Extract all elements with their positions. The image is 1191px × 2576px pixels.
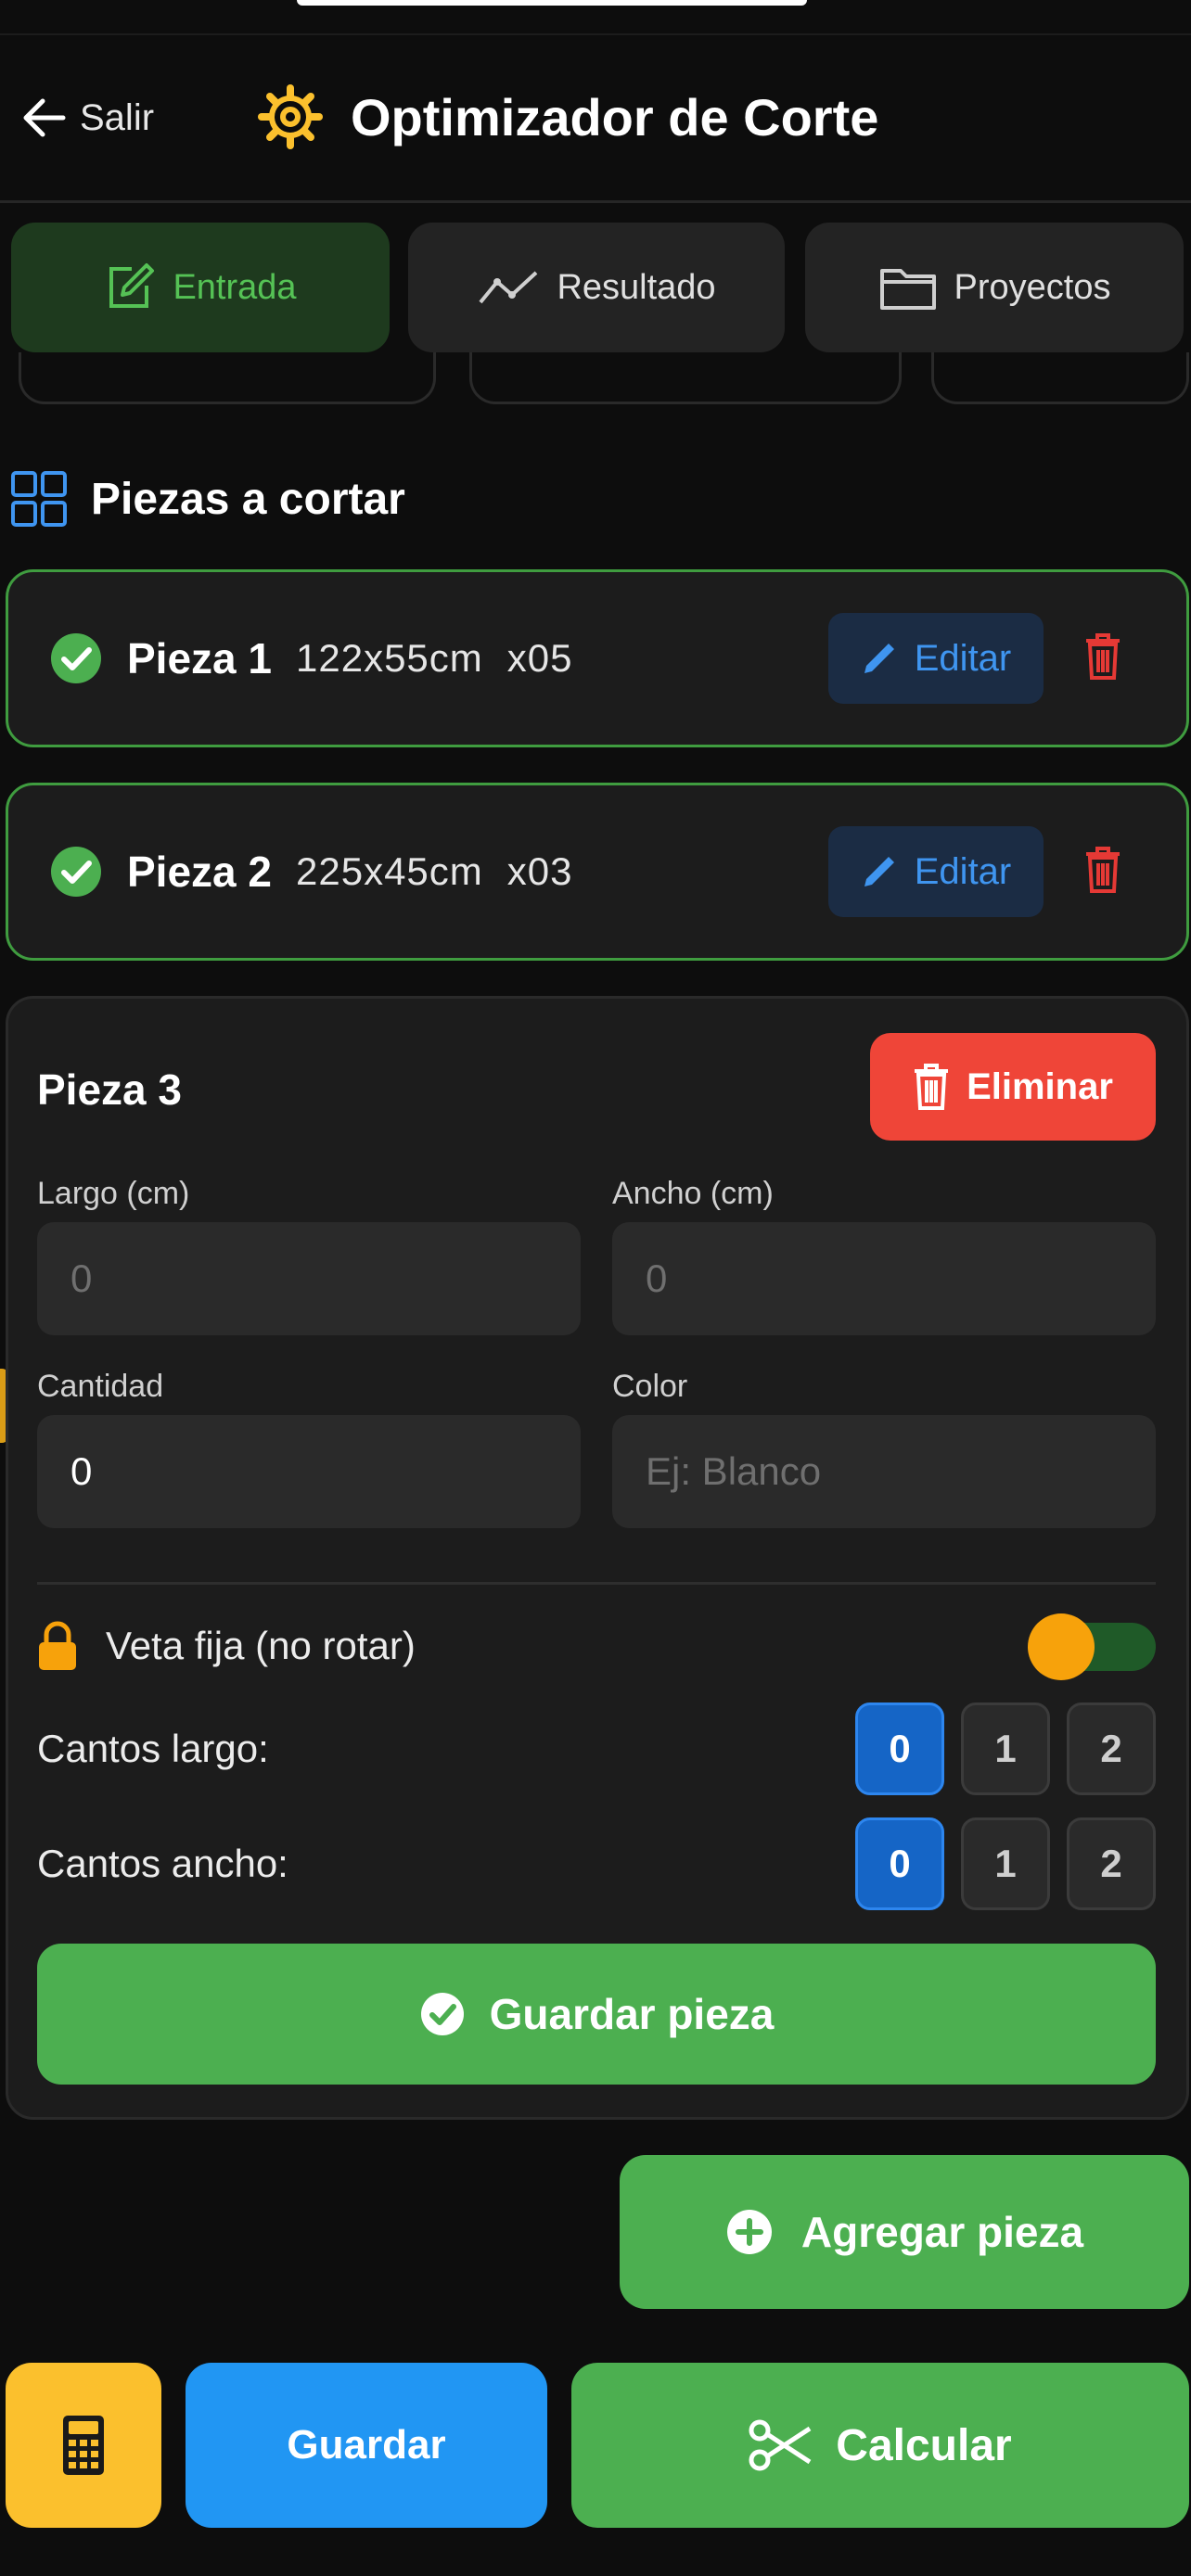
check-circle-icon — [49, 845, 103, 899]
veta-toggle-knob[interactable] — [1028, 1613, 1095, 1680]
cantos-largo-label: Cantos largo: — [37, 1727, 269, 1770]
cantos-largo-option-0[interactable]: 0 — [855, 1702, 944, 1795]
gear-icon — [258, 84, 323, 149]
veta-row: Veta fija (no rotar) — [37, 1613, 416, 1678]
delete-piece-button[interactable]: Eliminar — [870, 1033, 1156, 1141]
piece-card: Pieza 1 122x55cm x05 Editar — [6, 569, 1189, 747]
save-piece-button[interactable]: Guardar pieza — [37, 1944, 1156, 2085]
plus-circle-icon — [725, 2208, 774, 2256]
guardar-button[interactable]: Guardar — [186, 2363, 547, 2528]
veta-label: Veta fija (no rotar) — [106, 1624, 416, 1667]
check-circle-icon — [419, 1991, 466, 2037]
piece-name: Pieza 2 — [127, 848, 272, 896]
piece-name: Pieza 1 — [127, 634, 272, 682]
cantos-ancho-option-2[interactable]: 2 — [1067, 1817, 1156, 1910]
cantos-largo-option-2[interactable]: 2 — [1067, 1702, 1156, 1795]
save-piece-label: Guardar pieza — [489, 1990, 775, 2038]
scrolled-card — [469, 352, 902, 404]
title-text: Optimizador de Corte — [351, 87, 879, 147]
ancho-input[interactable]: 0 — [612, 1222, 1156, 1335]
editor-divider — [37, 1582, 1156, 1585]
tab-entrada[interactable]: Entrada — [11, 223, 390, 352]
status-divider — [0, 33, 1191, 35]
calculator-button[interactable] — [6, 2363, 161, 2528]
pencil-icon — [861, 853, 898, 890]
edit-label: Editar — [914, 850, 1012, 892]
tab-label: Resultado — [557, 267, 716, 307]
calculator-icon — [63, 2416, 104, 2475]
section-title-text: Piezas a cortar — [91, 474, 405, 524]
tab-proyectos[interactable]: Proyectos — [805, 223, 1184, 352]
arrow-left-icon — [20, 97, 67, 138]
line-chart-icon — [477, 269, 540, 306]
tab-resultado[interactable]: Resultado — [408, 223, 785, 352]
trash-icon[interactable] — [1084, 631, 1136, 687]
piece-qty: x03 — [506, 849, 573, 893]
delete-label: Eliminar — [967, 1065, 1113, 1107]
grid-icon — [9, 469, 69, 529]
ancho-label: Ancho (cm) — [612, 1175, 774, 1211]
pencil-icon — [861, 640, 898, 677]
lock-icon — [37, 1620, 78, 1672]
piece-dims: 225x45cm — [296, 849, 483, 893]
add-piece-button[interactable]: Agregar pieza — [620, 2155, 1189, 2309]
status-notch — [297, 0, 807, 6]
edit-square-icon — [104, 261, 156, 313]
back-button[interactable]: Salir — [20, 83, 154, 152]
section-title: Piezas a cortar — [9, 460, 405, 538]
scrolled-card — [19, 352, 436, 404]
cantos-ancho-label: Cantos ancho: — [37, 1842, 288, 1885]
edit-piece-button[interactable]: Editar — [828, 613, 1044, 704]
cantidad-input[interactable]: 0 — [37, 1415, 581, 1528]
edit-label: Editar — [914, 637, 1012, 679]
cantos-ancho-option-1[interactable]: 1 — [961, 1817, 1050, 1910]
piece-dims: 122x55cm — [296, 636, 483, 680]
calcular-label: Calcular — [836, 2420, 1012, 2470]
tab-label: Entrada — [173, 267, 297, 307]
calcular-button[interactable]: Calcular — [571, 2363, 1189, 2528]
trash-icon[interactable] — [1084, 845, 1136, 900]
cantidad-label: Cantidad — [37, 1368, 164, 1404]
piece-qty: x05 — [506, 636, 573, 680]
cantos-largo-option-1[interactable]: 1 — [961, 1702, 1050, 1795]
largo-input[interactable]: 0 — [37, 1222, 581, 1335]
cantos-ancho-option-0[interactable]: 0 — [855, 1817, 944, 1910]
page-title: Optimizador de Corte — [258, 82, 878, 152]
tab-label: Proyectos — [954, 267, 1111, 307]
color-input[interactable]: Ej: Blanco — [612, 1415, 1156, 1528]
editor-title: Pieza 3 — [37, 1065, 182, 1114]
header-divider — [0, 200, 1191, 203]
add-piece-label: Agregar pieza — [800, 2208, 1084, 2256]
folder-icon — [878, 263, 938, 312]
edit-piece-button[interactable]: Editar — [828, 826, 1044, 917]
color-label: Color — [612, 1368, 688, 1404]
scrolled-card — [931, 352, 1189, 404]
largo-label: Largo (cm) — [37, 1175, 190, 1211]
piece-card: Pieza 2 225x45cm x03 Editar — [6, 783, 1189, 961]
scissors-icon — [749, 2419, 813, 2471]
check-circle-icon — [49, 631, 103, 685]
back-label: Salir — [80, 96, 155, 138]
trash-icon — [913, 1062, 950, 1112]
